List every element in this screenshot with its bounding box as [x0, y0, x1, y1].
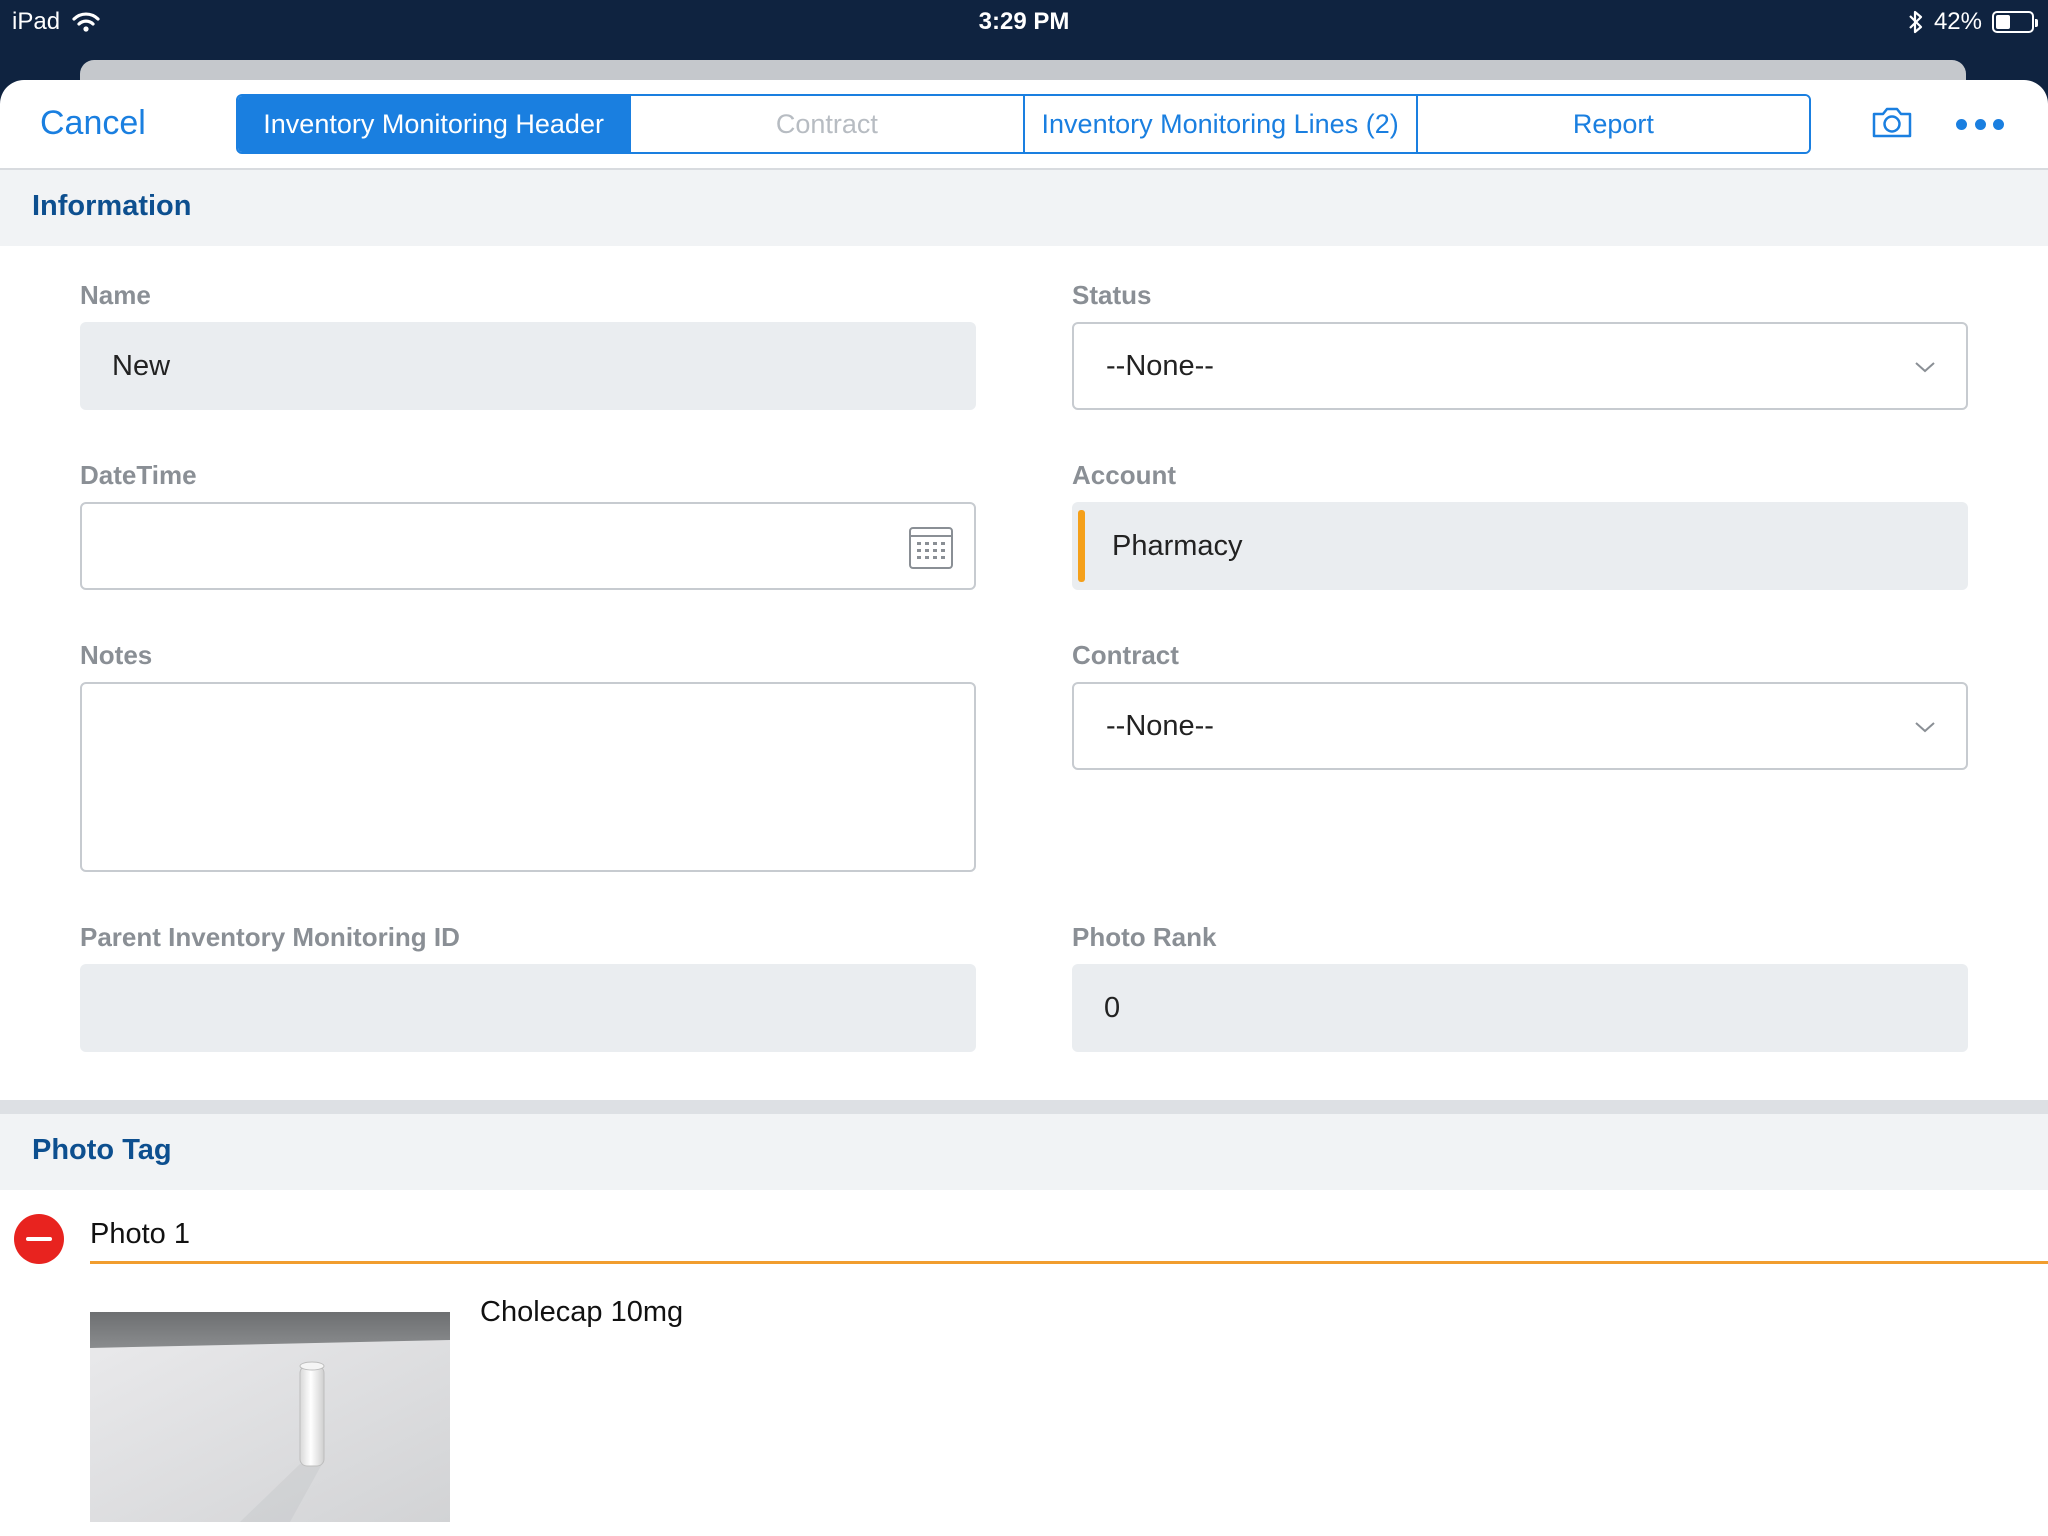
minus-icon: [26, 1237, 52, 1241]
cancel-button[interactable]: Cancel: [40, 104, 146, 143]
status-time: 3:29 PM: [978, 8, 1070, 35]
battery-icon: [1992, 11, 2038, 33]
status-select[interactable]: --None--: [1072, 322, 1968, 410]
notes-textarea[interactable]: [80, 682, 976, 872]
more-icon[interactable]: [1956, 104, 2004, 144]
photo-caption: Cholecap 10mg: [480, 1296, 684, 1328]
tab-report[interactable]: Report: [1417, 96, 1809, 152]
name-field: New: [80, 322, 976, 410]
photo-underline: [90, 1261, 2048, 1264]
status-value: --None--: [1106, 349, 1214, 382]
section-title: Information: [32, 190, 192, 222]
photo-label: Photo 1: [90, 1218, 190, 1250]
more-dot: [1993, 118, 2004, 130]
photo-tag-section-header: Photo Tag: [0, 1114, 2048, 1190]
delete-photo-button[interactable]: [14, 1214, 64, 1264]
tab-inventory-monitoring-lines[interactable]: Inventory Monitoring Lines (2): [1024, 96, 1418, 152]
bluetooth-icon: [1909, 10, 1923, 34]
tab-contract[interactable]: Contract: [631, 96, 1025, 152]
photo-rank-value: 0: [1104, 991, 1121, 1024]
required-indicator: [1078, 510, 1085, 582]
contract-label: Contract: [1072, 640, 1179, 670]
nav-bar: Cancel Inventory Monitoring Header Contr…: [0, 80, 2048, 170]
contract-select[interactable]: --None--: [1072, 682, 1968, 770]
camera-icon[interactable]: [1870, 100, 1914, 144]
parent-id-field: [80, 964, 976, 1052]
name-label: Name: [80, 280, 151, 310]
calendar-icon[interactable]: [908, 524, 954, 570]
account-label: Account: [1072, 460, 1176, 490]
status-right: 42%: [1908, 8, 2038, 36]
notes-label: Notes: [80, 640, 153, 670]
account-value: Pharmacy: [1112, 529, 1243, 562]
parent-id-label: Parent Inventory Monitoring ID: [80, 922, 460, 952]
datetime-field[interactable]: [80, 502, 976, 590]
datetime-label: DateTime: [80, 460, 197, 490]
section-title: Photo Tag: [32, 1134, 172, 1166]
photo-image: [90, 1312, 450, 1522]
chevron-down-icon: [1915, 722, 1935, 733]
photo-thumbnail[interactable]: [90, 1312, 450, 1522]
section-divider: [0, 1100, 2048, 1114]
form-sheet: Cancel Inventory Monitoring Header Contr…: [0, 80, 2048, 1536]
chevron-down-icon: [1915, 362, 1935, 373]
name-value: New: [112, 349, 171, 382]
more-dot: [1956, 118, 1967, 130]
photo-rank-label: Photo Rank: [1072, 922, 1217, 952]
status-label: Status: [1072, 280, 1152, 310]
photo-rank-field: 0: [1072, 964, 1968, 1052]
tab-inventory-monitoring-header[interactable]: Inventory Monitoring Header: [238, 96, 632, 152]
account-field[interactable]: Pharmacy: [1072, 502, 1968, 590]
more-dot: [1974, 118, 1986, 130]
battery-fill: [1996, 15, 2010, 29]
battery-percent: 42%: [1933, 8, 1982, 35]
segmented-control: Inventory Monitoring Header Contract Inv…: [236, 94, 1811, 154]
status-bar: iPad 3:29 PM 42%: [0, 0, 2048, 60]
contract-value: --None--: [1106, 709, 1214, 742]
information-section-header: Information: [0, 170, 2048, 246]
